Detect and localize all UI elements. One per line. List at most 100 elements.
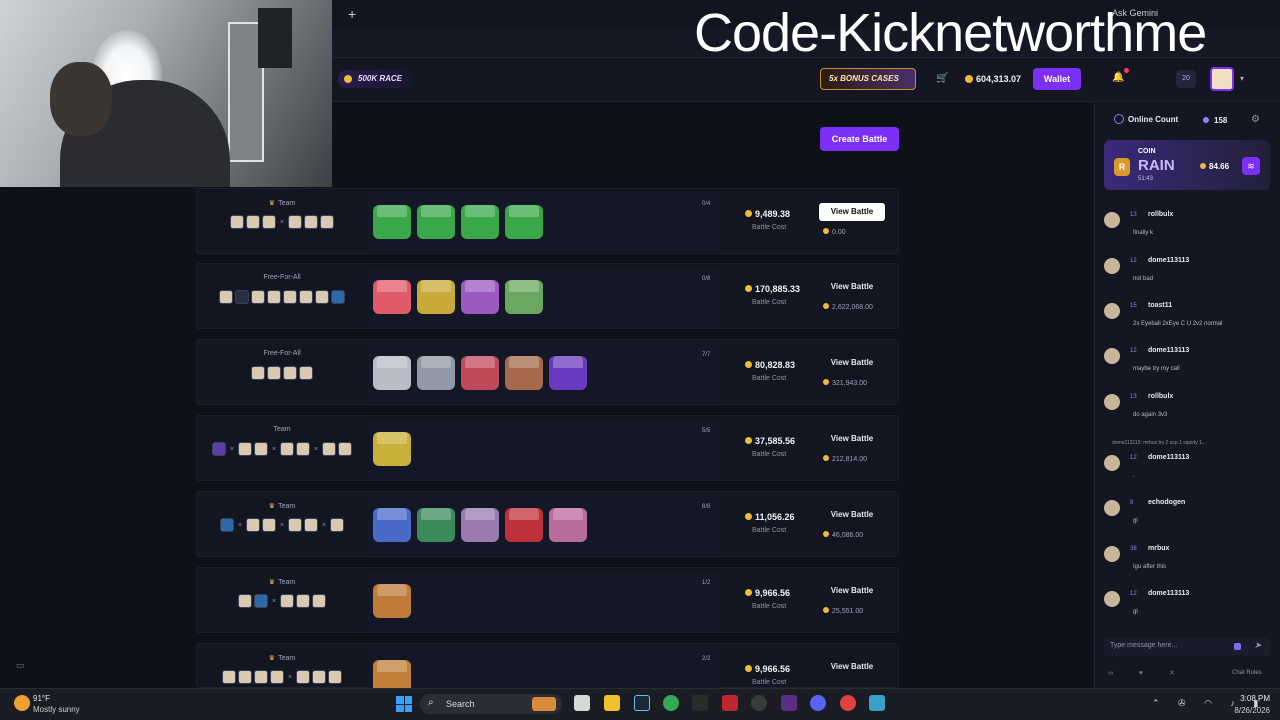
player-avatar[interactable] xyxy=(267,290,281,304)
view-battle-button[interactable]: View Battle xyxy=(819,658,885,676)
steam-icon[interactable] xyxy=(634,695,650,711)
app-icon-g[interactable] xyxy=(751,695,767,711)
player-avatar[interactable] xyxy=(221,670,236,684)
view-battle-button[interactable]: View Battle xyxy=(819,582,885,600)
coin-rain-card[interactable]: R COIN RAIN 51:43 84.66 ≋ xyxy=(1104,140,1270,190)
player-avatar[interactable] xyxy=(299,290,313,304)
player-avatar[interactable] xyxy=(283,290,297,304)
player-avatar[interactable] xyxy=(235,290,249,304)
social-icons[interactable]: ∞ ♥ ✕ xyxy=(1108,669,1187,677)
player-avatar[interactable] xyxy=(261,518,276,532)
avatar[interactable] xyxy=(1104,348,1120,364)
help-icon[interactable]: ▭ xyxy=(16,660,25,671)
battle-row[interactable]: ♛ Team × 0/4 9,489.38 Battle Cost View Battle 0… xyxy=(196,188,899,254)
player-avatar[interactable] xyxy=(229,215,244,229)
app-icon-badge[interactable] xyxy=(840,695,856,711)
create-battle-button[interactable]: Create Battle xyxy=(820,127,899,151)
player-avatar[interactable] xyxy=(299,366,313,380)
player-avatar[interactable] xyxy=(253,670,268,684)
player-avatar[interactable] xyxy=(304,215,319,229)
player-avatar[interactable] xyxy=(253,594,268,608)
chrome-icon[interactable] xyxy=(663,695,679,711)
player-avatar[interactable] xyxy=(253,442,268,456)
new-tab-button[interactable]: + xyxy=(348,6,356,22)
view-battle-button[interactable]: View Battle xyxy=(819,354,885,372)
player-avatar[interactable] xyxy=(280,442,295,456)
player-avatar[interactable] xyxy=(288,518,303,532)
player-avatar[interactable] xyxy=(296,594,311,608)
player-avatar[interactable] xyxy=(269,670,284,684)
taskbar-search[interactable]: ⌕ Search xyxy=(420,694,562,714)
wallet-button[interactable]: Wallet xyxy=(1033,68,1081,90)
chat-username[interactable]: dome113113 xyxy=(1148,590,1189,597)
player-avatar[interactable] xyxy=(296,670,311,684)
avatar[interactable] xyxy=(1104,500,1120,516)
app-icon-a[interactable] xyxy=(692,695,708,711)
player-avatar[interactable] xyxy=(288,215,303,229)
send-icon[interactable]: ➤ xyxy=(1254,640,1262,651)
chat-rules-link[interactable]: Chat Rules xyxy=(1232,670,1262,676)
player-avatar[interactable] xyxy=(315,290,329,304)
cart-icon[interactable]: 🛒 xyxy=(936,73,948,84)
race-banner[interactable]: 500K RACE xyxy=(338,70,413,88)
avatar[interactable] xyxy=(1104,455,1120,471)
player-avatar[interactable] xyxy=(237,594,252,608)
chat-username[interactable]: echodogen xyxy=(1148,499,1185,506)
player-avatar[interactable] xyxy=(251,290,265,304)
player-avatar[interactable] xyxy=(320,215,335,229)
player-avatar[interactable] xyxy=(211,442,226,456)
player-avatar[interactable] xyxy=(283,366,297,380)
player-avatar[interactable] xyxy=(245,215,260,229)
player-avatar[interactable] xyxy=(261,215,276,229)
player-avatar[interactable] xyxy=(219,290,233,304)
rain-join-button[interactable]: ≋ xyxy=(1242,157,1260,175)
player-avatar[interactable] xyxy=(312,670,327,684)
emoji-icon[interactable] xyxy=(1234,643,1241,650)
chat-username[interactable]: dome113113 xyxy=(1148,257,1189,264)
view-battle-button[interactable]: View Battle xyxy=(819,278,885,296)
chat-username[interactable]: toast11 xyxy=(1148,302,1172,309)
chat-username[interactable]: mrbux xyxy=(1148,545,1169,552)
player-avatar[interactable] xyxy=(328,670,343,684)
avatar[interactable] xyxy=(1104,258,1120,274)
battle-row[interactable]: ♛ Team × 2/2 9,966.56 Battle Cost View Battle xyxy=(196,643,899,706)
chat-username[interactable]: dome113113 xyxy=(1148,454,1189,461)
player-avatar[interactable] xyxy=(267,366,281,380)
task-view-icon[interactable] xyxy=(574,695,590,711)
avatar[interactable] xyxy=(1104,212,1120,228)
view-battle-button[interactable]: View Battle xyxy=(819,506,885,524)
chat-username[interactable]: dome113113 xyxy=(1148,347,1189,354)
player-avatar[interactable] xyxy=(330,518,345,532)
chat-settings-icon[interactable]: ⚙ xyxy=(1251,114,1260,125)
avatar[interactable] xyxy=(1210,67,1234,91)
player-avatar[interactable] xyxy=(304,518,319,532)
windows-start-icon[interactable] xyxy=(396,696,412,712)
view-battle-button[interactable]: View Battle xyxy=(819,430,885,448)
battle-row[interactable]: ♛ Team × 1/2 9,966.56 Battle Cost View Battle 2… xyxy=(196,567,899,633)
view-battle-button[interactable]: View Battle xyxy=(819,203,885,221)
battle-row[interactable]: Team × × × 5/5 37,585.56 Battle Cost View Battl… xyxy=(196,415,899,481)
file-explorer-icon[interactable] xyxy=(604,695,620,711)
battle-row[interactable]: Free-For-All 7/7 80,828.83 Battle Cost View … xyxy=(196,339,899,405)
player-avatar[interactable] xyxy=(322,442,337,456)
app-icon-red[interactable] xyxy=(722,695,738,711)
player-avatar[interactable] xyxy=(296,442,311,456)
avatar[interactable] xyxy=(1104,303,1120,319)
chevron-down-icon[interactable]: ▾ xyxy=(1240,74,1244,83)
avatar[interactable] xyxy=(1104,591,1120,607)
battle-row[interactable]: Free-For-All 0/8 170,885.33 Battle Cost View… xyxy=(196,263,899,329)
chat-input[interactable]: Type message here... ➤ xyxy=(1104,638,1270,656)
bonus-cases-banner[interactable]: 5x BONUS CASES xyxy=(820,68,916,90)
player-avatar[interactable] xyxy=(251,366,265,380)
player-avatar[interactable] xyxy=(245,518,260,532)
battle-row[interactable]: ♛ Team × × × 8/8 11,056.26 Battle Cost View Batt… xyxy=(196,491,899,557)
avatar[interactable] xyxy=(1104,546,1120,562)
bell-icon[interactable]: 🔔 xyxy=(1112,72,1124,83)
player-avatar[interactable] xyxy=(280,594,295,608)
player-avatar[interactable] xyxy=(237,442,252,456)
player-avatar[interactable] xyxy=(312,594,327,608)
discord-icon[interactable] xyxy=(810,695,826,711)
player-avatar[interactable] xyxy=(219,518,234,532)
avatar[interactable] xyxy=(1104,394,1120,410)
chat-username[interactable]: rollbulx xyxy=(1148,393,1173,400)
